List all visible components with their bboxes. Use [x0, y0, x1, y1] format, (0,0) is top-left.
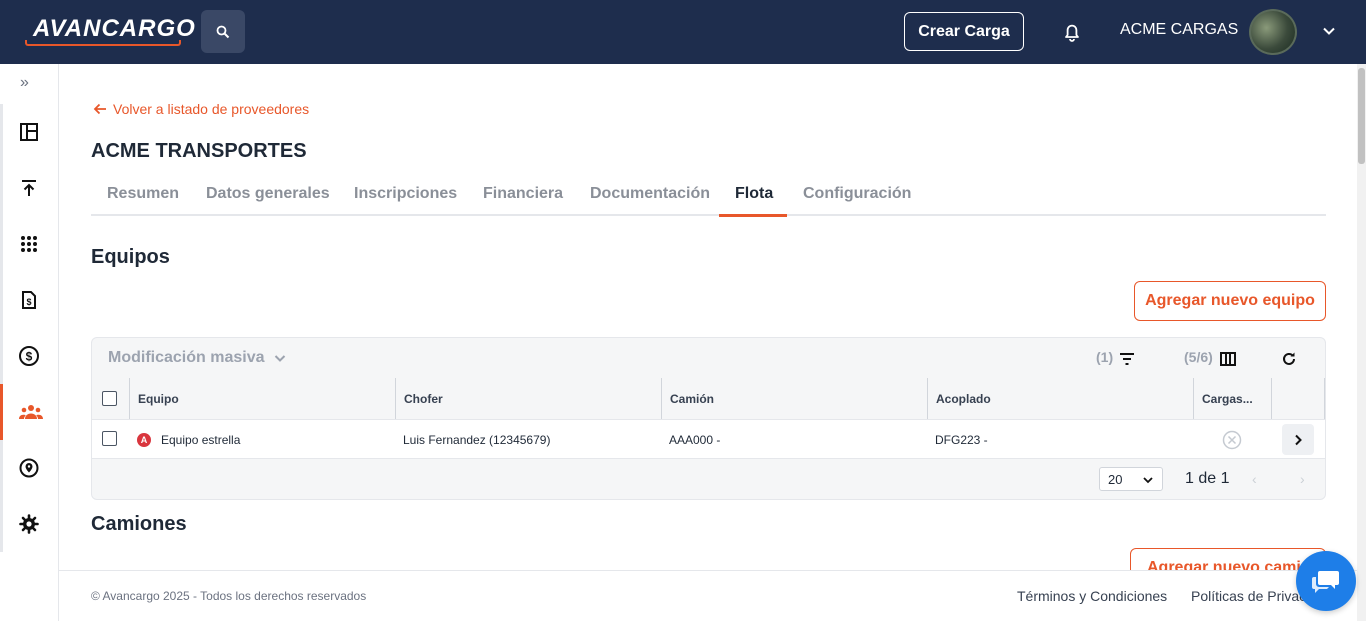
camiones-title: Camiones [91, 513, 187, 535]
mass-edit-dropdown[interactable]: Modificación masiva [108, 349, 287, 367]
column-header-camion[interactable]: Camión [661, 378, 927, 419]
alert-badge-icon: A [137, 433, 151, 447]
tab-inscripciones[interactable]: Inscripciones [354, 185, 457, 203]
top-bar: AVANCARGO Crear Carga ACME CARGAS [0, 0, 1366, 64]
tab-configuracion[interactable]: Configuración [803, 185, 911, 203]
select-all-checkbox[interactable] [102, 391, 117, 406]
table-row[interactable]: A Equipo estrella Luis Fernandez (123456… [92, 419, 1325, 459]
row-detail-button[interactable] [1282, 424, 1314, 455]
sidebar: » $ $ [0, 64, 59, 621]
expand-sidebar-icon[interactable]: » [20, 74, 29, 92]
terms-link[interactable]: Términos y Condiciones [1017, 588, 1167, 604]
sidebar-item-upload[interactable] [0, 160, 58, 216]
logo-text: AVANCARGO [33, 15, 196, 42]
page-scrollbar[interactable] [1357, 64, 1366, 621]
sidebar-item-finance[interactable]: $ [0, 328, 58, 384]
sidebar-item-locations[interactable] [0, 440, 58, 496]
active-tab-indicator [719, 214, 787, 217]
company-name: ACME CARGAS [1120, 21, 1239, 38]
tab-documentacion[interactable]: Documentación [590, 185, 710, 203]
sidebar-item-settings[interactable] [0, 496, 58, 552]
layout-icon [20, 123, 38, 141]
table-header: Equipo Chofer Camión Acoplado Cargas... [92, 378, 1325, 419]
pagination: 20 1 de 1 ‹ › [92, 459, 1325, 499]
chat-button[interactable] [1296, 551, 1356, 611]
cell-cargas [1193, 420, 1271, 460]
refresh-icon[interactable] [1280, 350, 1298, 368]
page-info: 1 de 1 [1185, 470, 1230, 487]
chevron-down-icon [274, 355, 285, 362]
cell-chofer: Luis Fernandez (12345679) [403, 433, 551, 447]
column-header-equipo[interactable]: Equipo [129, 378, 395, 419]
filter-icon[interactable] [1118, 350, 1136, 368]
svg-text:$: $ [26, 350, 33, 364]
page-title: ACME TRANSPORTES [91, 140, 307, 162]
sidebar-item-apps[interactable] [0, 216, 58, 272]
logo-underline [25, 40, 181, 46]
grid-dots-icon [21, 236, 37, 252]
columns-count: (5/6) [1184, 349, 1213, 365]
prev-page-button[interactable]: ‹ [1252, 471, 1257, 487]
filter-count: (1) [1096, 349, 1114, 365]
footer: © Avancargo 2025 - Todos los derechos re… [59, 570, 1357, 621]
main-content: Volver a listado de proveedores ACME TRA… [59, 64, 1357, 570]
notifications-bell-icon[interactable] [1060, 20, 1084, 44]
column-header-acoplado[interactable]: Acoplado [927, 378, 1193, 419]
users-icon [18, 405, 43, 419]
back-link[interactable]: Volver a listado de proveedores [93, 101, 309, 117]
equipos-title: Equipos [91, 246, 170, 268]
dollar-icon: $ [19, 346, 39, 366]
add-camion-button[interactable]: Agregar nuevo camión [1130, 548, 1326, 570]
sidebar-item-dashboard[interactable] [0, 104, 58, 160]
chat-icon [1312, 571, 1339, 593]
tab-financiera[interactable]: Financiera [483, 185, 563, 203]
location-icon [19, 458, 39, 478]
search-button[interactable] [201, 10, 245, 53]
equipos-table: Modificación masiva (1) (5/6) Equipo Cho… [91, 337, 1326, 500]
svg-text:$: $ [26, 297, 31, 307]
mass-edit-label: Modificación masiva [108, 349, 265, 366]
add-equipo-button[interactable]: Agregar nuevo equipo [1134, 281, 1326, 321]
upload-icon [22, 180, 36, 196]
invoice-icon: $ [22, 291, 36, 309]
create-load-button[interactable]: Crear Carga [904, 12, 1024, 51]
chevron-right-icon [1295, 434, 1302, 445]
columns-icon[interactable] [1219, 350, 1237, 368]
chevron-down-icon [1143, 477, 1153, 484]
back-link-label: Volver a listado de proveedores [113, 101, 310, 117]
gear-icon [19, 514, 39, 534]
cell-camion: AAA000 - [669, 433, 721, 447]
scrollbar-thumb[interactable] [1358, 68, 1365, 164]
page-size-select[interactable]: 20 [1099, 467, 1163, 491]
sidebar-item-providers[interactable] [0, 384, 58, 440]
copyright: © Avancargo 2025 - Todos los derechos re… [91, 589, 367, 603]
sidebar-item-invoices[interactable]: $ [0, 272, 58, 328]
tabs: Resumen Datos generales Inscripciones Fi… [91, 173, 1326, 217]
equipo-name: Equipo estrella [161, 433, 241, 447]
chevron-down-icon[interactable] [1320, 22, 1338, 40]
next-page-button[interactable]: › [1300, 471, 1305, 487]
tab-resumen[interactable]: Resumen [107, 185, 179, 203]
row-checkbox[interactable] [102, 431, 117, 446]
column-header-chofer[interactable]: Chofer [395, 378, 661, 419]
circle-x-icon [1222, 430, 1242, 450]
tab-flota[interactable]: Flota [735, 185, 773, 203]
cell-acoplado: DFG223 - [935, 433, 988, 447]
avatar[interactable] [1249, 9, 1297, 55]
tab-datos-generales[interactable]: Datos generales [206, 185, 330, 203]
cell-equipo: A Equipo estrella [129, 420, 395, 460]
table-toolbar: Modificación masiva (1) (5/6) [92, 338, 1325, 378]
column-header-cargas[interactable]: Cargas... [1193, 378, 1271, 419]
arrow-left-icon [93, 103, 106, 115]
search-icon [216, 25, 230, 38]
logo[interactable]: AVANCARGO [25, 14, 195, 46]
page-size-value: 20 [1108, 471, 1123, 487]
column-header-actions [1271, 378, 1325, 419]
